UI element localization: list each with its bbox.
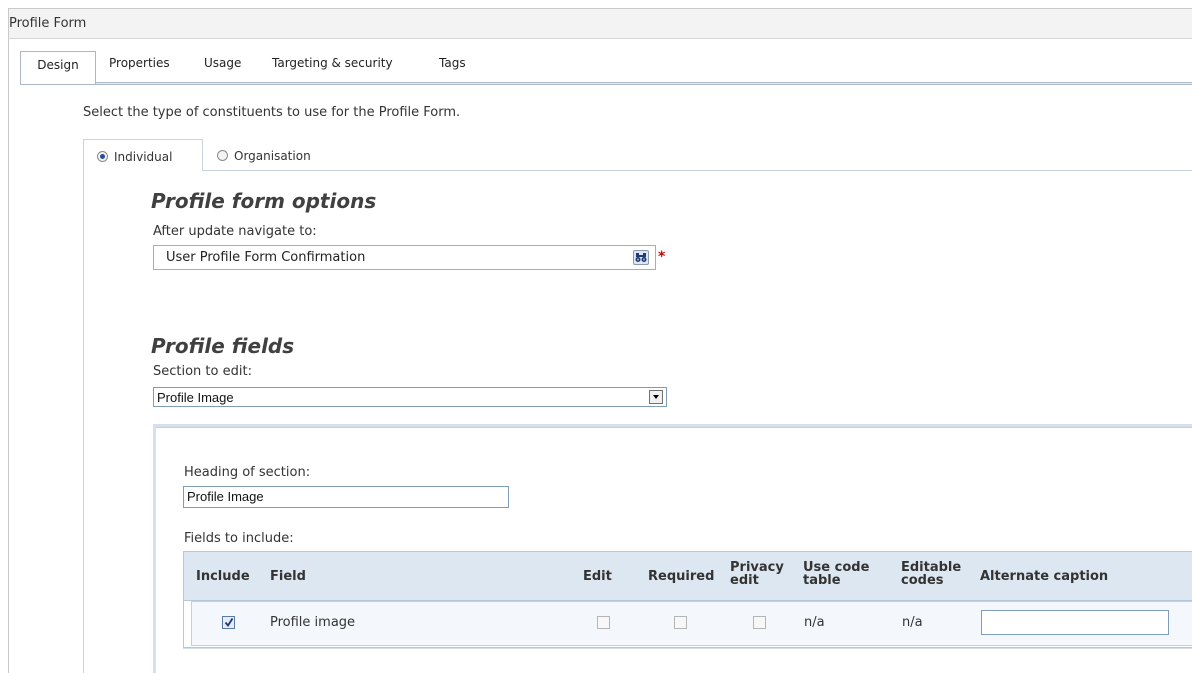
heading-of-section-label: Heading of section: bbox=[184, 465, 311, 480]
col-editable-codes-line2: codes bbox=[901, 573, 944, 588]
tab-usage[interactable]: Usage bbox=[204, 56, 241, 70]
individual-label: Individual bbox=[114, 150, 173, 164]
window-title: Profile Form bbox=[9, 16, 87, 31]
subtab-baseline bbox=[203, 170, 1192, 171]
main-tab-strip: Design Properties Usage Targeting & secu… bbox=[20, 51, 1192, 85]
content-left-border bbox=[83, 171, 84, 673]
editable-codes-value: n/a bbox=[902, 615, 923, 630]
individual-radio[interactable] bbox=[97, 151, 108, 162]
alternate-caption-input[interactable] bbox=[981, 610, 1169, 635]
col-alternate-caption: Alternate caption bbox=[980, 569, 1109, 584]
chevron-down-icon[interactable] bbox=[649, 390, 663, 404]
required-checkbox[interactable] bbox=[674, 616, 687, 629]
after-update-label: After update navigate to: bbox=[153, 224, 317, 239]
field-name: Profile image bbox=[270, 615, 356, 630]
col-required: Required bbox=[648, 569, 715, 584]
tab-baseline bbox=[20, 82, 1192, 85]
section-panel-edge bbox=[156, 427, 1192, 428]
binoculars-icon[interactable] bbox=[633, 250, 649, 265]
table-bottom-border bbox=[183, 648, 1192, 649]
fields-table-header: Include Field Edit Required Privacy edit… bbox=[184, 552, 1192, 601]
heading-of-section-input[interactable]: Profile Image bbox=[183, 486, 509, 508]
profile-fields-heading: Profile fields bbox=[151, 334, 295, 358]
section-to-edit-select[interactable]: Profile Image bbox=[153, 387, 667, 407]
include-checkbox[interactable] bbox=[222, 616, 235, 629]
tab-individual[interactable]: Individual bbox=[83, 139, 203, 171]
tab-organisation[interactable]: Organisation bbox=[234, 149, 311, 163]
col-include: Include bbox=[196, 569, 250, 584]
organisation-radio[interactable] bbox=[217, 150, 228, 161]
fields-to-include-label: Fields to include: bbox=[184, 531, 294, 546]
tab-properties[interactable]: Properties bbox=[109, 56, 170, 70]
col-field: Field bbox=[270, 569, 306, 584]
fields-table: Include Field Edit Required Privacy edit… bbox=[183, 551, 1192, 648]
section-select-value: Profile Image bbox=[157, 390, 234, 405]
tab-targeting-security[interactable]: Targeting & security bbox=[272, 56, 393, 70]
heading-of-section-value: Profile Image bbox=[187, 489, 264, 504]
col-privacy-edit-line2: edit bbox=[730, 573, 759, 588]
section-to-edit-label: Section to edit: bbox=[153, 364, 252, 379]
window-titlebar: Profile Form bbox=[8, 8, 1192, 39]
profile-form-options-heading: Profile form options bbox=[151, 189, 377, 213]
edit-checkbox[interactable] bbox=[597, 616, 610, 629]
constituent-type-tabs: Individual Organisation bbox=[83, 139, 1192, 171]
use-code-table-value: n/a bbox=[804, 615, 825, 630]
after-update-value: User Profile Form Confirmation bbox=[166, 250, 366, 265]
after-update-lookup-field[interactable]: User Profile Form Confirmation bbox=[153, 245, 656, 270]
tab-design[interactable]: Design bbox=[20, 51, 96, 84]
intro-text: Select the type of constituents to use f… bbox=[83, 105, 461, 120]
col-edit: Edit bbox=[583, 569, 612, 584]
tab-tags[interactable]: Tags bbox=[439, 56, 466, 70]
window-left-border bbox=[8, 39, 9, 673]
required-marker: * bbox=[658, 249, 666, 265]
privacy-edit-checkbox[interactable] bbox=[753, 616, 766, 629]
table-row: Profile image n/a n/a bbox=[191, 601, 1192, 646]
col-use-code-table-line2: table bbox=[803, 573, 841, 588]
checkmark-icon bbox=[224, 618, 234, 628]
